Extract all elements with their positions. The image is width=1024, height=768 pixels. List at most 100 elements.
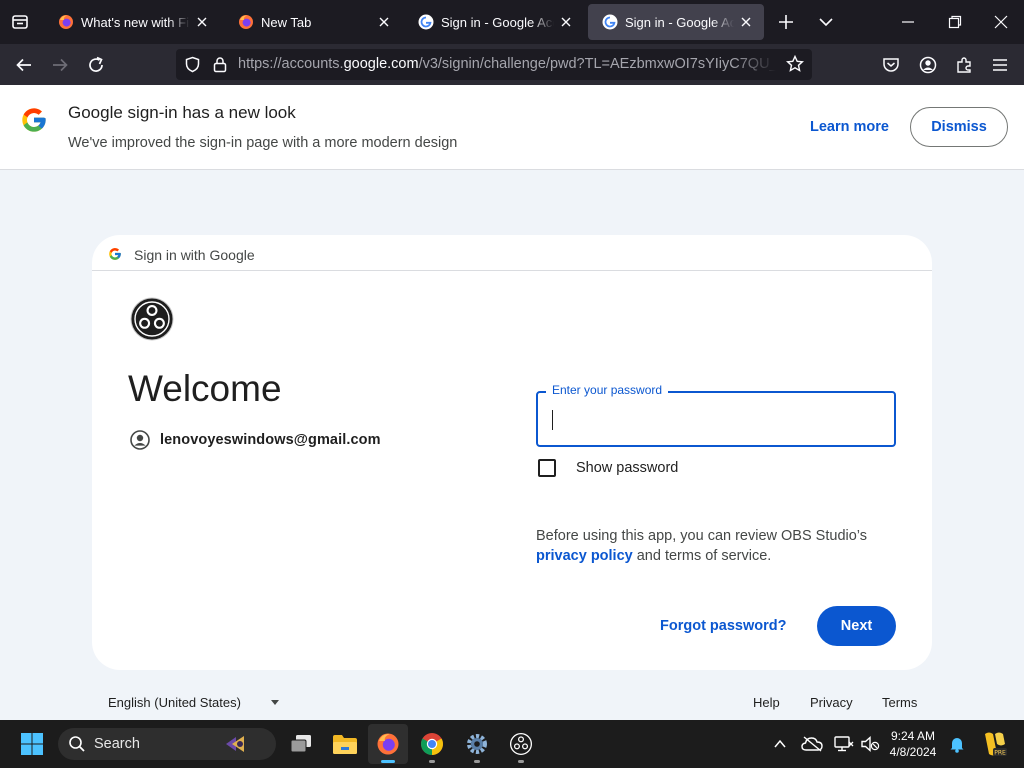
password-field[interactable]: Enter your password [536,383,896,447]
account-circle-icon [130,430,150,450]
account-icon[interactable] [916,53,940,77]
taskbar-app-firefox[interactable] [368,724,408,764]
notification-bell-icon[interactable] [946,733,968,755]
show-password-checkbox[interactable]: Show password [538,458,678,478]
tab-google-signin-1[interactable]: Sign in - Google Accounts [404,4,584,40]
url-prefix: https://accounts. [238,56,344,72]
address-bar[interactable]: https://accounts.google.com/v3/signin/ch… [176,49,812,80]
taskbar-app-file-explorer[interactable] [325,724,365,764]
running-indicator [518,760,524,763]
running-indicator [381,760,395,763]
new-tab-icon[interactable] [774,10,798,34]
signin-card: Sign in with Google Welcome lenovoyeswin… [92,235,932,670]
minimize-icon[interactable] [896,10,920,34]
welcome-heading: Welcome [128,368,282,409]
tracking-protection-shield-icon[interactable] [184,56,201,73]
banner-title: Google sign-in has a new look [68,103,296,122]
disclaimer-suffix: and terms of service. [632,548,772,564]
start-windows-icon[interactable] [20,732,44,756]
taskbar-app-settings[interactable] [457,724,497,764]
settings-icon [467,734,487,754]
tab-title: What's new with Firefox [81,14,190,30]
bookmark-star-icon[interactable] [786,55,804,73]
banner-subtitle: We've improved the sign-in page with a m… [68,135,458,151]
taskbar-app-chrome[interactable] [412,724,452,764]
close-window-icon[interactable] [989,10,1013,34]
privacy-link[interactable]: Privacy [810,695,853,710]
checkbox-icon[interactable] [538,459,556,477]
tab-new-tab[interactable]: New Tab [224,4,402,40]
hamburger-menu-icon[interactable] [988,53,1012,77]
volume-muted-icon[interactable] [859,733,881,755]
language-selector[interactable]: English (United States) [108,695,279,710]
close-tab-icon[interactable] [558,14,574,30]
close-tab-icon[interactable] [738,14,754,30]
taskbar-app-obs-studio[interactable] [501,724,541,764]
list-all-tabs-icon[interactable] [814,10,838,34]
url-text[interactable]: https://accounts.google.com/v3/signin/ch… [238,56,776,72]
firefox-icon [377,733,399,755]
learn-more-link[interactable]: Learn more [810,119,889,135]
pocket-icon[interactable] [879,53,903,77]
dropdown-arrow-icon [270,700,279,705]
new-look-banner: Google sign-in has a new look We've impr… [0,85,1024,170]
running-indicator [474,760,480,763]
account-chip[interactable]: lenovoyeswindows@gmail.com [130,429,381,451]
tab-google-signin-active[interactable]: Sign in - Google Accounts [588,4,764,40]
google-icon [418,14,434,30]
firefox-view-icon[interactable] [8,10,32,34]
forward-icon[interactable] [48,53,72,77]
tab-title: Sign in - Google Accounts [441,14,554,30]
search-highlight-icon [226,736,244,752]
google-icon [602,14,618,30]
chrome-icon [421,733,443,755]
terms-link[interactable]: Terms [882,695,917,710]
url-domain: google.com [343,56,419,72]
password-field-label: Enter your password [546,383,669,397]
close-tab-icon[interactable] [376,14,392,30]
windows-taskbar: Search 9:24 AM 4/8/2024 PRE [0,720,1024,768]
back-icon[interactable] [12,53,36,77]
show-hidden-icons-chevron-icon[interactable] [770,734,790,754]
tab-whats-new[interactable]: What's new with Firefox [44,4,220,40]
system-clock[interactable]: 9:24 AM 4/8/2024 [884,728,942,760]
next-button[interactable]: Next [817,606,896,646]
close-tab-icon[interactable] [194,14,210,30]
browser-tab-strip: What's new with Firefox New Tab Sign in … [0,0,1024,44]
language-value: English (United States) [108,695,241,710]
restore-icon[interactable] [943,10,967,34]
dismiss-button[interactable]: Dismiss [910,107,1008,147]
svg-text:PRE: PRE [994,750,1006,757]
reload-icon[interactable] [84,53,108,77]
search-icon [69,736,85,752]
google-logo-icon [22,108,46,132]
privacy-policy-link[interactable]: privacy policy [536,548,633,564]
google-logo-icon [109,248,121,260]
help-link[interactable]: Help [753,695,780,710]
taskbar-search-box[interactable]: Search [58,728,276,760]
network-icon[interactable] [833,733,855,755]
task-view-icon [290,735,311,753]
file-explorer-icon [333,735,357,754]
running-indicator [429,760,435,763]
lock-icon[interactable] [212,56,228,73]
navigation-toolbar: https://accounts.google.com/v3/signin/ch… [0,44,1024,85]
clock-date: 4/8/2024 [889,745,937,759]
obs-studio-icon [509,732,533,756]
search-placeholder: Search [94,736,140,752]
forgot-password-link[interactable]: Forgot password? [660,618,786,634]
card-header: Sign in with Google [92,235,932,271]
obs-studio-logo-icon [130,297,174,341]
clock-time: 9:24 AM [890,729,936,743]
card-header-text: Sign in with Google [134,247,255,263]
firefox-icon [59,15,73,29]
text-caret [552,410,553,430]
tab-title: Sign in - Google Accounts [625,14,734,30]
account-email: lenovoyeswindows@gmail.com [160,432,381,448]
extensions-icon[interactable] [952,53,976,77]
copilot-preview-icon[interactable]: PRE [980,729,1008,759]
disclaimer-prefix: Before using this app, you can review OB… [536,528,868,544]
app-disclaimer: Before using this app, you can review OB… [536,526,896,566]
onedrive-icon[interactable] [801,733,823,755]
taskbar-app-task-view[interactable] [281,724,321,764]
